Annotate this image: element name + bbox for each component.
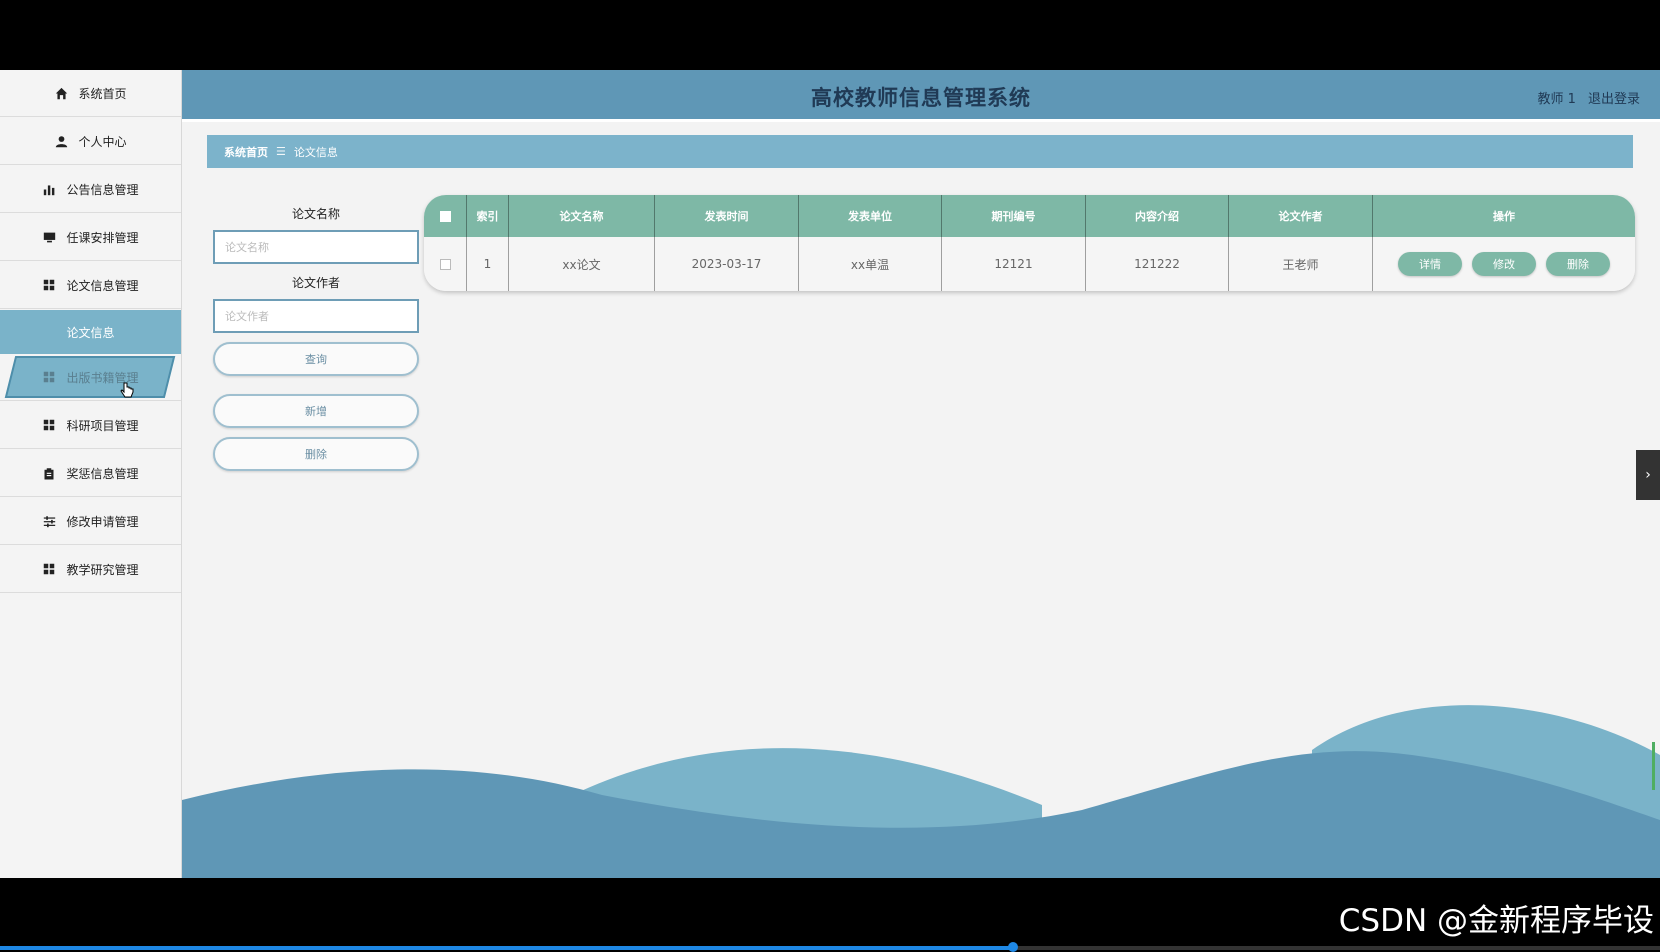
sliders-icon [42, 514, 56, 528]
scroll-indicator [1652, 742, 1655, 790]
sidebar-item-modify-request[interactable]: 修改申请管理 [0, 498, 181, 545]
paper-name-input[interactable] [213, 230, 419, 264]
sidebar-item-home[interactable]: 系统首页 [0, 70, 181, 117]
paper-name-label: 论文名称 [291, 207, 340, 221]
breadcrumb-current: 论文信息 [293, 145, 338, 159]
select-all-checkbox-cell [424, 195, 467, 237]
drawer-toggle-button[interactable]: › [1636, 450, 1660, 500]
detail-button[interactable]: 详情 [1398, 252, 1462, 276]
video-progress-bar[interactable] [0, 942, 1660, 952]
app-window: 系统首页 个人中心 公告信息管理 任课安排管理 论文信息管理 论文信息 出版书籍… [0, 70, 1660, 878]
cell-journal: 12121 [942, 237, 1086, 291]
grid-icon [42, 562, 56, 576]
sidebar-item-awards[interactable]: 奖惩信息管理 [0, 450, 181, 497]
breadcrumb-separator-icon: ☰ [276, 145, 286, 158]
breadcrumb: 系统首页 ☰ 论文信息 [207, 135, 1633, 168]
page-title: 高校教师信息管理系统 [811, 86, 1031, 110]
cell-index: 1 [467, 237, 509, 291]
row-checkbox-cell [424, 237, 467, 291]
query-button[interactable]: 查询 [213, 342, 419, 376]
breadcrumb-home[interactable]: 系统首页 [224, 144, 268, 160]
watermark: CSDN @金新程序毕设 [1338, 903, 1654, 939]
sidebar-item-research[interactable]: 科研项目管理 [0, 402, 181, 449]
user-area: 教师 1 退出登录 [1529, 88, 1640, 107]
paper-table: 索引 论文名称 发表时间 发表单位 期刊编号 内容介绍 论文作者 操作 1 xx… [424, 195, 1635, 291]
monitor-icon [42, 230, 56, 244]
cell-name: xx论文 [509, 237, 655, 291]
col-header: 索引 [467, 195, 509, 237]
cell-date: 2023-03-17 [655, 237, 799, 291]
sidebar-item-label: 任课安排管理 [66, 230, 139, 245]
sidebar-item-label: 论文信息管理 [66, 278, 139, 293]
logout-link[interactable]: 退出登录 [1588, 92, 1640, 107]
sidebar-item-label: 奖惩信息管理 [66, 466, 139, 481]
decorative-waves [182, 705, 1660, 878]
sidebar-item-teaching-research[interactable]: 教学研究管理 [0, 546, 181, 593]
bar-chart-icon [42, 182, 56, 196]
sidebar-item-notice[interactable]: 公告信息管理 [0, 166, 181, 213]
sidebar-item-course[interactable]: 任课安排管理 [0, 214, 181, 261]
sidebar-item-label: 科研项目管理 [66, 418, 139, 433]
sidebar-item-label: 系统首页 [78, 86, 127, 101]
table-header: 索引 论文名称 发表时间 发表单位 期刊编号 内容介绍 论文作者 操作 [424, 195, 1635, 237]
cell-author: 王老师 [1229, 237, 1373, 291]
cell-actions: 详情 修改 删除 [1373, 237, 1635, 291]
sidebar-subitem-paper-info[interactable]: 论文信息 [0, 310, 181, 354]
sidebar-item-label: 教学研究管理 [66, 562, 139, 577]
sidebar-item-paper[interactable]: 论文信息管理 [0, 262, 181, 309]
cell-unit: xx单温 [799, 237, 942, 291]
table-row: 1 xx论文 2023-03-17 xx单温 12121 121222 王老师 … [424, 237, 1635, 291]
cell-intro: 121222 [1086, 237, 1229, 291]
col-header: 发表单位 [799, 195, 942, 237]
paper-author-input[interactable] [213, 299, 419, 333]
col-header: 发表时间 [655, 195, 799, 237]
sidebar: 系统首页 个人中心 公告信息管理 任课安排管理 论文信息管理 论文信息 出版书籍… [0, 70, 182, 878]
sidebar-item-label: 公告信息管理 [66, 182, 139, 197]
top-header: 高校教师信息管理系统 教师 1 退出登录 [182, 70, 1660, 122]
delete-button[interactable]: 删除 [213, 437, 419, 471]
col-header: 论文作者 [1229, 195, 1373, 237]
grid-icon [42, 418, 56, 432]
col-header: 期刊编号 [942, 195, 1086, 237]
sidebar-item-books[interactable]: 出版书籍管理 [0, 354, 181, 401]
paper-author-label: 论文作者 [291, 276, 340, 290]
home-icon [54, 86, 68, 100]
col-header: 内容介绍 [1086, 195, 1229, 237]
grid-icon [42, 370, 56, 384]
cursor-hand-icon [120, 382, 134, 403]
sidebar-item-label: 论文信息 [66, 325, 115, 340]
row-checkbox[interactable] [439, 258, 451, 270]
col-header: 操作 [1493, 210, 1515, 223]
user-name: 教师 1 [1537, 92, 1576, 107]
sidebar-item-label: 修改申请管理 [66, 514, 139, 529]
sidebar-item-label: 个人中心 [78, 134, 127, 149]
select-all-checkbox[interactable] [439, 210, 451, 222]
grid-icon [42, 278, 56, 292]
video-progress-fill [0, 946, 1013, 950]
user-icon [54, 134, 68, 148]
col-header: 论文名称 [509, 195, 655, 237]
edit-button[interactable]: 修改 [1472, 252, 1536, 276]
video-progress-knob[interactable] [1007, 942, 1018, 952]
sidebar-item-personal[interactable]: 个人中心 [0, 118, 181, 165]
add-button[interactable]: 新增 [213, 394, 419, 428]
clipboard-icon [42, 466, 56, 480]
row-delete-button[interactable]: 删除 [1546, 252, 1610, 276]
